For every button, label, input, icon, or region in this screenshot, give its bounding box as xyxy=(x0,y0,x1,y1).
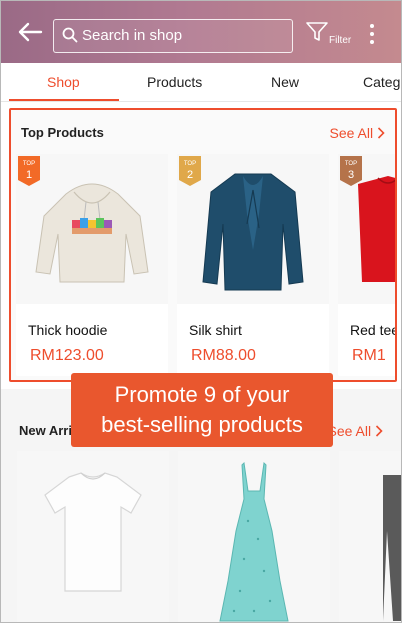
product-card[interactable]: TOP 1 Thick hoodie RM123.00 xyxy=(16,154,168,376)
product-card[interactable] xyxy=(17,451,169,622)
product-name: Silk shirt xyxy=(189,322,242,338)
svg-text:TOP: TOP xyxy=(23,161,35,167)
tab-shop[interactable]: Shop xyxy=(47,74,80,90)
top-rank-badge: TOP 1 xyxy=(18,156,40,186)
svg-text:TOP: TOP xyxy=(184,161,196,167)
active-tab-indicator xyxy=(9,99,119,101)
product-price: RM1 xyxy=(352,347,386,364)
product-image-white-tee xyxy=(17,451,169,622)
product-card[interactable] xyxy=(178,451,330,622)
section-title: New Arri xyxy=(19,423,72,438)
top-products-section: Top Products See All TOP 1 Thick hoodie … xyxy=(9,108,397,382)
tab-new[interactable]: New xyxy=(271,74,299,90)
search-icon xyxy=(62,27,78,43)
svg-text:1: 1 xyxy=(26,169,32,181)
tab-categories[interactable]: Categ xyxy=(363,74,400,90)
see-all-link[interactable]: See All xyxy=(330,125,385,141)
app-frame: Search in shop Filter Shop Products New … xyxy=(0,0,402,623)
tab-products[interactable]: Products xyxy=(147,74,202,90)
top-rank-badge: TOP 3 xyxy=(340,156,362,186)
section-title: Top Products xyxy=(21,125,104,140)
top-rank-badge: TOP 2 xyxy=(179,156,201,186)
top-bar: Search in shop Filter xyxy=(1,1,401,63)
svg-text:2: 2 xyxy=(187,169,193,181)
tab-bar: Shop Products New Categ xyxy=(1,63,401,102)
filter-button[interactable]: Filter xyxy=(303,19,359,51)
promo-banner: Promote 9 of your best-selling products xyxy=(71,373,333,447)
product-name: Thick hoodie xyxy=(28,322,108,338)
more-options-icon[interactable] xyxy=(365,21,379,47)
search-placeholder: Search in shop xyxy=(82,27,183,44)
svg-text:3: 3 xyxy=(348,169,354,181)
product-card[interactable] xyxy=(339,451,401,622)
back-arrow-icon[interactable] xyxy=(17,21,43,43)
product-image-dress xyxy=(178,451,330,622)
filter-icon xyxy=(306,22,328,41)
search-input[interactable]: Search in shop xyxy=(53,19,293,53)
chevron-right-icon xyxy=(377,127,385,139)
promo-line-1: Promote 9 of your xyxy=(114,382,290,407)
product-name: Red tee xyxy=(350,322,397,338)
see-all-link[interactable]: See All xyxy=(328,423,383,439)
product-image-trousers xyxy=(339,451,401,622)
product-price: RM88.00 xyxy=(191,347,256,364)
filter-label: Filter xyxy=(329,35,352,46)
svg-text:TOP: TOP xyxy=(345,161,357,167)
product-price: RM123.00 xyxy=(30,347,104,364)
chevron-right-icon xyxy=(375,425,383,437)
product-card[interactable]: TOP 3 Red tee RM1 xyxy=(338,154,397,376)
product-card[interactable]: TOP 2 Silk shirt RM88.00 xyxy=(177,154,329,376)
promo-line-2: best-selling products xyxy=(101,412,303,437)
